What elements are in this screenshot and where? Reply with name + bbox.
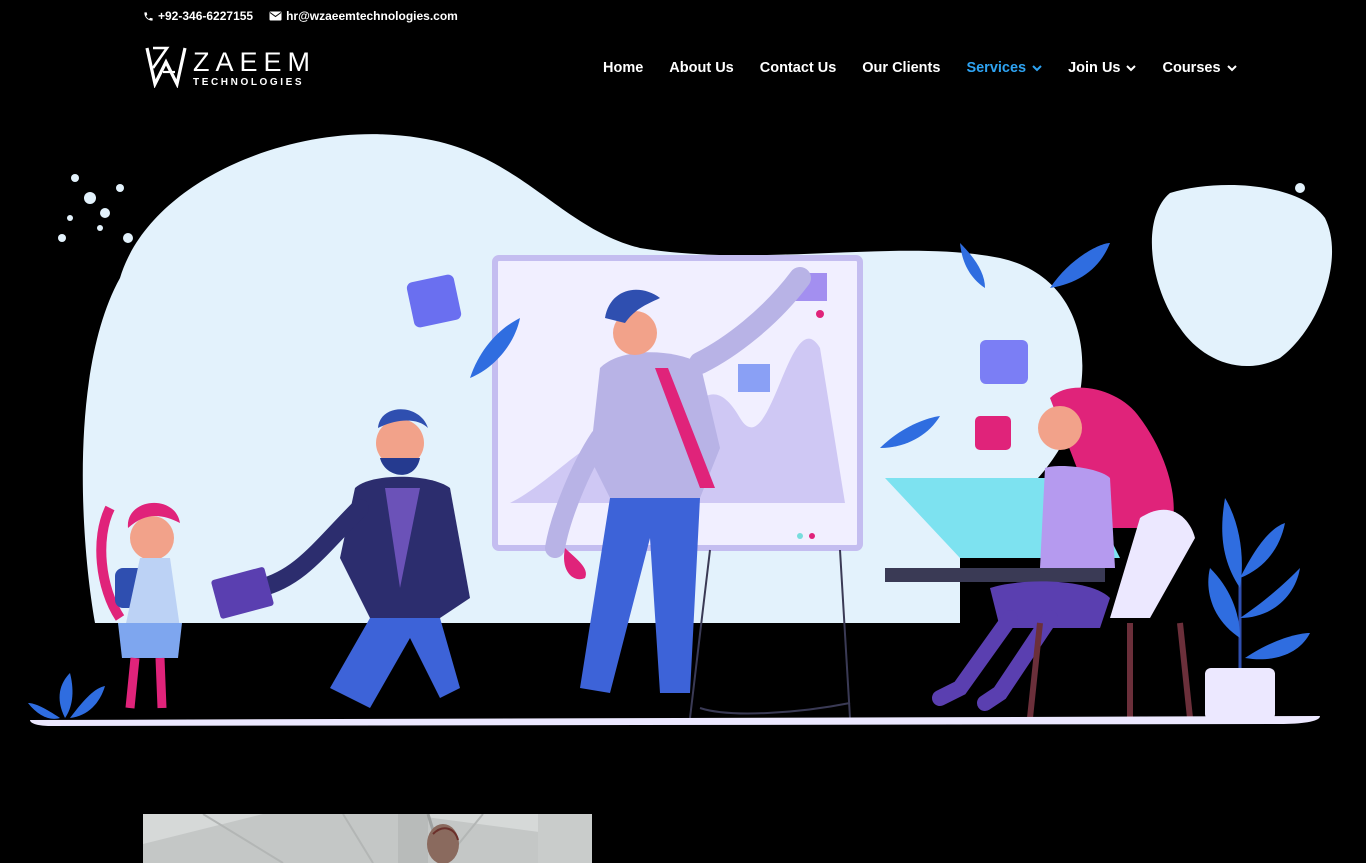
service-image-card[interactable]	[143, 814, 592, 863]
nav-label: Services	[966, 60, 1027, 76]
chevron-down-icon	[1032, 60, 1042, 76]
nav-join-us[interactable]: Join Us	[1068, 60, 1137, 76]
floor	[30, 716, 1320, 726]
email-contact[interactable]: hr@wzaeemtechnologies.com	[269, 9, 458, 23]
main-navigation: Home About Us Contact Us Our Clients Ser…	[603, 60, 1237, 76]
nav-label: About Us	[669, 60, 734, 76]
wz-monogram-logo	[145, 44, 187, 93]
site-header: ZAEEM TECHNOLOGIES Home About Us Contact…	[0, 30, 1366, 110]
chevron-down-icon	[1126, 60, 1137, 76]
background-blob-small	[1151, 185, 1333, 367]
hero-illustration	[0, 118, 1366, 738]
service-photo	[143, 814, 592, 863]
nav-label: Contact Us	[759, 60, 837, 76]
nav-home[interactable]: Home	[603, 60, 643, 76]
nav-label: Home	[603, 60, 644, 76]
email-address: hr@wzaeemtechnologies.com	[286, 9, 458, 23]
small-plant	[28, 673, 105, 719]
phone-number: +92-346-6227155	[158, 9, 254, 23]
chevron-down-icon	[1226, 60, 1237, 76]
nav-services[interactable]: Services	[966, 60, 1042, 76]
phone-contact[interactable]: +92-346-6227155	[143, 9, 253, 23]
page: +92-346-6227155 hr@wzaeemtechnologies.co…	[0, 0, 1366, 863]
brand-logo[interactable]: ZAEEM TECHNOLOGIES	[145, 44, 316, 93]
phone-icon	[143, 11, 154, 22]
nav-label: Courses	[1162, 60, 1221, 76]
nav-label: Our Clients	[862, 60, 941, 76]
envelope-icon	[269, 11, 282, 21]
nav-contact-us[interactable]: Contact Us	[760, 60, 837, 76]
nav-label: Join Us	[1068, 60, 1121, 76]
brand-tagline: TECHNOLOGIES	[193, 77, 305, 88]
nav-about-us[interactable]: About Us	[669, 60, 733, 76]
brand-name: ZAEEM	[193, 47, 317, 77]
top-info-bar: +92-346-6227155 hr@wzaeemtechnologies.co…	[143, 6, 458, 26]
potted-plant	[1205, 498, 1310, 720]
nav-our-clients[interactable]: Our Clients	[862, 60, 940, 76]
nav-courses[interactable]: Courses	[1162, 60, 1237, 76]
